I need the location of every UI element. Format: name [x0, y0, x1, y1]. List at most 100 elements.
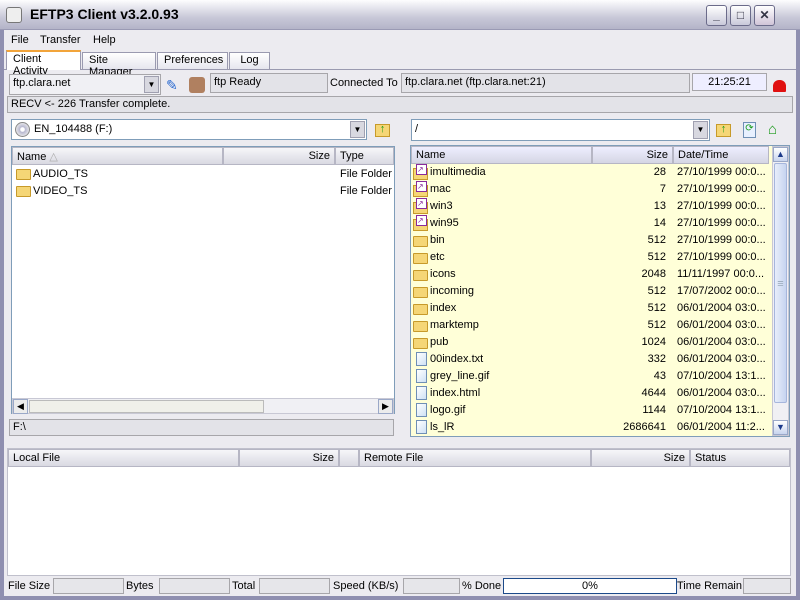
tab-client-activity[interactable]: Client Activity	[6, 50, 81, 77]
menu-transfer[interactable]: Transfer	[40, 34, 81, 46]
progress-bar: 0%	[503, 578, 677, 594]
file-date: 06/01/2004 11:2...	[677, 421, 765, 433]
home-icon[interactable]: ⌂	[768, 121, 777, 138]
remote-col-size[interactable]: Size	[592, 146, 673, 164]
alarm-icon[interactable]	[773, 80, 786, 92]
file-type: File Folder	[340, 185, 392, 197]
restore-button[interactable]: □	[730, 5, 751, 26]
menu-file[interactable]: File	[11, 34, 29, 46]
remote-up-folder-icon[interactable]: ↑	[716, 124, 731, 137]
progress-text: 0%	[582, 580, 598, 592]
remote-file-row[interactable]: ls_lR 2686641 06/01/2004 11:2...	[411, 419, 772, 436]
system-menu-icon[interactable]	[6, 7, 22, 23]
remote-file-row[interactable]: mac 7 27/10/1999 00:0...	[411, 181, 772, 198]
minimize-button[interactable]: _	[706, 5, 727, 26]
remote-file-row[interactable]: bin 512 27/10/1999 00:0...	[411, 232, 772, 249]
queue-col-status[interactable]: Status	[690, 449, 790, 467]
file-name: icons	[430, 268, 456, 280]
queue-col-local-size[interactable]: Size	[239, 449, 339, 467]
refresh-icon[interactable]: ⟳	[743, 122, 756, 138]
remote-file-row[interactable]: incoming 512 17/07/2002 00:0...	[411, 283, 772, 300]
folder-link-icon	[413, 215, 428, 231]
remote-file-row[interactable]: grey_line.gif 43 07/10/2004 13:1...	[411, 368, 772, 385]
sort-asc-icon: △	[49, 151, 58, 163]
remote-file-row[interactable]: 00index.txt 332 06/01/2004 03:0...	[411, 351, 772, 368]
site-select[interactable]: ftp.clara.net ▼	[9, 74, 161, 95]
remote-file-row[interactable]: index.html 4644 06/01/2004 03:0...	[411, 385, 772, 402]
remote-file-row[interactable]: pub 1024 06/01/2004 03:0...	[411, 334, 772, 351]
local-up-folder-icon[interactable]: ↑	[375, 124, 390, 137]
queue-col-local-file[interactable]: Local File	[8, 449, 239, 467]
remote-col-date[interactable]: Date/Time	[673, 146, 769, 164]
folder-link-icon	[413, 198, 428, 214]
scroll-thumb[interactable]	[29, 400, 264, 413]
transfer-queue[interactable]	[7, 448, 791, 576]
folder-icon	[413, 338, 428, 349]
remote-path-select[interactable]: / ▼	[411, 119, 710, 141]
remote-file-row[interactable]: icons 2048 11/11/1997 00:0...	[411, 266, 772, 283]
title-bar[interactable]: EFTP3 Client v3.2.0.93 _ □ ✕	[0, 0, 800, 30]
file-name: logo.gif	[430, 404, 466, 416]
queue-col-remote-file[interactable]: Remote File	[359, 449, 591, 467]
file-name: pub	[430, 336, 449, 348]
file-size: 2048	[641, 268, 666, 280]
file-name: ls_lR	[430, 421, 455, 433]
scroll-thumb[interactable]: ≡	[774, 163, 787, 403]
file-name: mac	[430, 183, 451, 195]
window-title: EFTP3 Client v3.2.0.93	[30, 6, 179, 22]
connected-to-value: ftp.clara.net (ftp.clara.net:21)	[401, 73, 690, 93]
local-col-name[interactable]: Name △	[12, 147, 223, 165]
file-name: grey_line.gif	[430, 370, 490, 382]
tab-site-manager[interactable]: Site Manager	[82, 52, 156, 78]
scroll-left-button[interactable]: ◀	[13, 399, 28, 414]
file-size: 512	[647, 251, 666, 263]
file-size: 512	[647, 285, 666, 297]
file-name: marktemp	[430, 319, 479, 331]
file-date: 06/01/2004 03:0...	[677, 336, 766, 348]
menu-help[interactable]: Help	[93, 34, 116, 46]
remote-vscrollbar[interactable]: ▲ ≡ ▼	[772, 146, 789, 436]
scroll-down-button[interactable]: ▼	[773, 420, 788, 435]
local-drive-select[interactable]: EN_104488 (F:) ▼	[11, 119, 367, 140]
queue-col-remote-size[interactable]: Size	[591, 449, 690, 467]
folder-icon	[413, 253, 428, 264]
remote-file-row[interactable]: imultimedia 28 27/10/1999 00:0...	[411, 164, 772, 181]
remote-file-row[interactable]: logo.gif 1144 07/10/2004 13:1...	[411, 402, 772, 419]
close-button[interactable]: ✕	[754, 5, 775, 26]
scroll-up-button[interactable]: ▲	[773, 147, 788, 162]
local-hscrollbar[interactable]: ◀ ▶	[12, 398, 394, 414]
local-col-size[interactable]: Size	[223, 147, 335, 165]
tab-log[interactable]: Log	[229, 52, 270, 69]
total-value	[259, 578, 330, 594]
connect-icon[interactable]: ✎	[166, 77, 178, 94]
local-drive-value: EN_104488 (F:)	[34, 123, 113, 135]
chevron-down-icon[interactable]: ▼	[144, 76, 159, 93]
time-remain-value	[743, 578, 791, 594]
scroll-right-button[interactable]: ▶	[378, 399, 393, 414]
remote-file-row[interactable]: index 512 06/01/2004 03:0...	[411, 300, 772, 317]
remote-file-row[interactable]: etc 512 27/10/1999 00:0...	[411, 249, 772, 266]
file-date: 27/10/1999 00:0...	[677, 183, 766, 195]
queue-col-direction[interactable]	[339, 449, 359, 467]
remote-file-row[interactable]: marktemp 512 06/01/2004 03:0...	[411, 317, 772, 334]
local-col-type[interactable]: Type	[335, 147, 394, 165]
file-icon	[416, 352, 427, 366]
file-date: 27/10/1999 00:0...	[677, 200, 766, 212]
file-name: win3	[430, 200, 453, 212]
folder-link-icon	[413, 181, 428, 197]
disconnect-icon[interactable]	[189, 77, 205, 93]
chevron-down-icon[interactable]: ▼	[350, 121, 365, 138]
remote-file-row[interactable]: win95 14 27/10/1999 00:0...	[411, 215, 772, 232]
chevron-down-icon[interactable]: ▼	[693, 121, 708, 139]
tab-preferences[interactable]: Preferences	[157, 52, 228, 69]
folder-icon	[413, 287, 428, 298]
folder-icon	[413, 304, 428, 315]
local-file-row[interactable]: VIDEO_TS File Folder	[13, 183, 393, 200]
percent-done-label: % Done	[462, 580, 502, 592]
speed-label: Speed (KB/s)	[333, 580, 399, 592]
local-file-row[interactable]: AUDIO_TS File Folder	[13, 166, 393, 183]
file-date: 07/10/2004 13:1...	[677, 404, 766, 416]
remote-file-row[interactable]: win3 13 27/10/1999 00:0...	[411, 198, 772, 215]
remote-col-name[interactable]: Name	[411, 146, 592, 164]
file-date: 11/11/1997 00:0...	[677, 268, 765, 280]
